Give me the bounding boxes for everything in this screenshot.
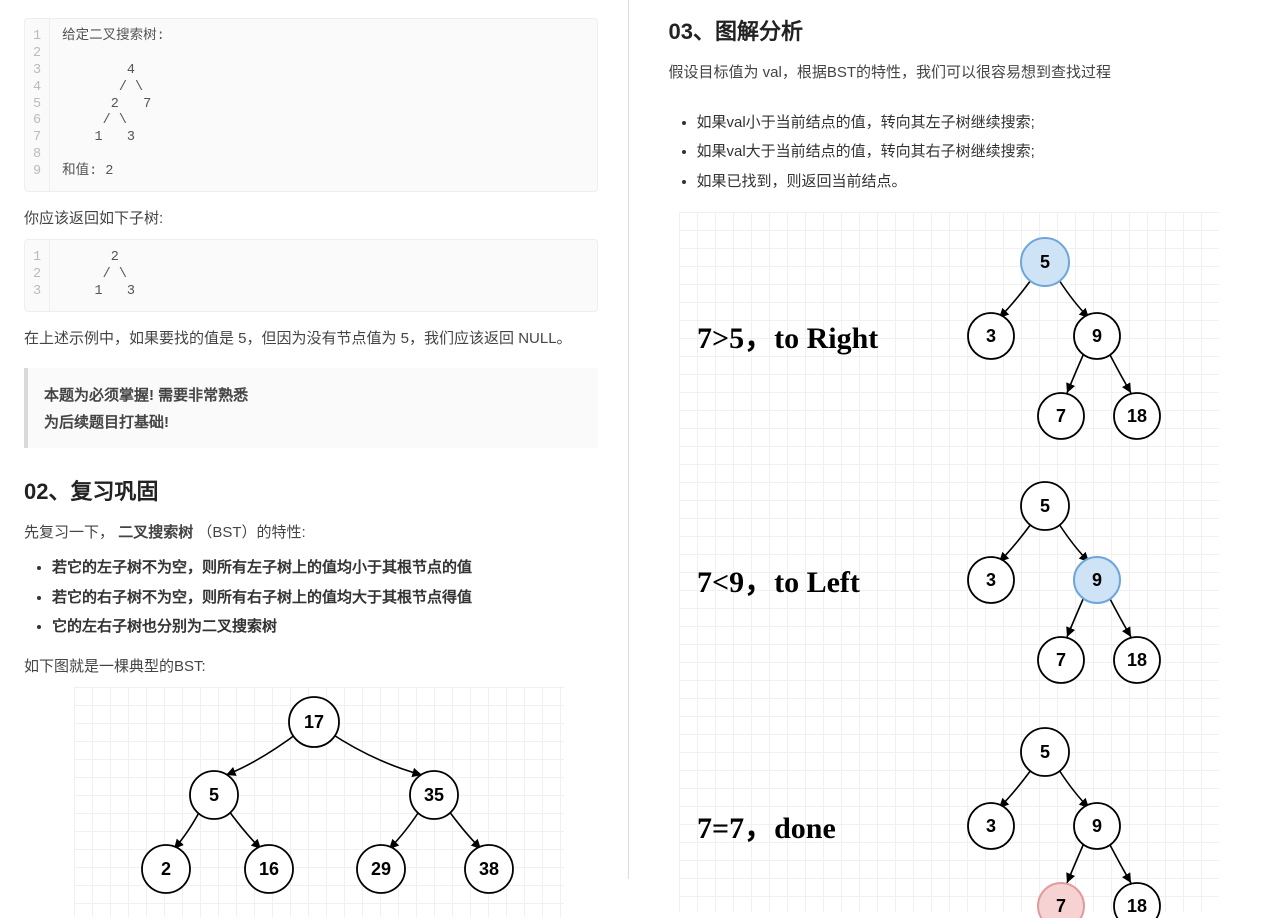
section-heading-02: 02、复习巩固 [24, 474, 598, 506]
code-block-2: 1 2 3 2 / \ 1 3 [24, 239, 598, 312]
step-caption: 7=7，done [697, 812, 836, 845]
list-item: 它的左右子树也分别为二叉搜索树 [52, 614, 598, 640]
list-item: 如果val小于当前结点的值，转向其左子树继续搜索; [697, 110, 1243, 136]
left-column: 1 2 3 4 5 6 7 8 9 给定二叉搜索树: 4 / \ 2 7 / \… [0, 0, 628, 879]
review-prefix: 先复习一下， [24, 524, 114, 541]
return-text: 你应该返回如下子树: [24, 206, 598, 232]
quote-line: 本题为必须掌握! 需要非常熟悉 [44, 384, 582, 405]
search-rules-list: 如果val小于当前结点的值，转向其左子树继续搜索; 如果val大于当前结点的值，… [697, 110, 1243, 195]
bst-properties-list: 若它的左子树不为空，则所有左子树上的值均小于其根节点的值 若它的右子树不为空，则… [52, 555, 598, 640]
tree-node: 18 [1126, 896, 1146, 916]
code-gutter: 1 2 3 [25, 240, 50, 311]
tree-node: 9 [1091, 326, 1101, 346]
tree-node: 7 [1055, 650, 1065, 670]
tree-node: 2 [161, 859, 171, 879]
tree-node: 16 [259, 859, 279, 879]
review-intro: 先复习一下， 二叉搜索树 （BST）的特性: [24, 520, 598, 546]
typical-bst-text: 如下图就是一棵典型的BST: [24, 654, 598, 680]
list-item: 若它的右子树不为空，则所有右子树上的值均大于其根节点得值 [52, 585, 598, 611]
review-bold: 二叉搜索树 [118, 524, 193, 541]
right-column: 03、图解分析 假设目标值为 val，根据BST的特性，我们可以很容易想到查找过… [629, 0, 1272, 879]
tree-node: 3 [985, 570, 995, 590]
list-item: 若它的左子树不为空，则所有左子树上的值均小于其根节点的值 [52, 555, 598, 581]
tree-node: 5 [1039, 742, 1049, 762]
tree-node: 9 [1091, 570, 1101, 590]
tree-node: 5 [1039, 252, 1049, 272]
bst-tree-svg: 17 5 35 2 16 29 38 [74, 687, 564, 917]
code-gutter: 1 2 3 4 5 6 7 8 9 [25, 19, 50, 191]
tree-node: 18 [1126, 650, 1146, 670]
search-steps-svg: 7>5，to Right 5 3 9 7 18 7<9，to [679, 218, 1219, 918]
tree-node: 17 [304, 712, 324, 732]
code-block-1: 1 2 3 4 5 6 7 8 9 给定二叉搜索树: 4 / \ 2 7 / \… [24, 18, 598, 192]
review-suffix: （BST）的特性: [197, 524, 305, 541]
tree-node: 9 [1091, 816, 1101, 836]
quote-line: 为后续题目打基础! [44, 411, 582, 432]
tree-node: 7 [1055, 896, 1065, 916]
section-heading-03: 03、图解分析 [669, 14, 1243, 46]
tree-node: 5 [1039, 496, 1049, 516]
step-caption: 7<9，to Left [697, 566, 860, 599]
bst-diagram-left: 17 5 35 2 16 29 38 [74, 687, 564, 917]
search-steps-diagram: 7>5，to Right 5 3 9 7 18 7<9，to [679, 212, 1219, 912]
example-text: 在上述示例中，如果要找的值是 5，但因为没有节点值为 5，我们应该返回 NULL… [24, 326, 598, 352]
tree-node: 5 [209, 785, 219, 805]
list-item: 如果已找到，则返回当前结点。 [697, 169, 1243, 195]
quote-block: 本题为必须掌握! 需要非常熟悉 为后续题目打基础! [24, 368, 598, 448]
code-content: 给定二叉搜索树: 4 / \ 2 7 / \ 1 3 和值: 2 [50, 19, 177, 191]
tree-node: 3 [985, 816, 995, 836]
tree-node: 35 [424, 785, 444, 805]
tree-node: 18 [1126, 406, 1146, 426]
list-item: 如果val大于当前结点的值，转向其右子树继续搜索; [697, 139, 1243, 165]
tree-node: 38 [479, 859, 499, 879]
tree-node: 3 [985, 326, 995, 346]
intro-03: 假设目标值为 val，根据BST的特性，我们可以很容易想到查找过程 [669, 60, 1243, 86]
code-content: 2 / \ 1 3 [50, 240, 147, 311]
step-caption: 7>5，to Right [697, 322, 878, 355]
tree-node: 29 [371, 859, 391, 879]
tree-node: 7 [1055, 406, 1065, 426]
